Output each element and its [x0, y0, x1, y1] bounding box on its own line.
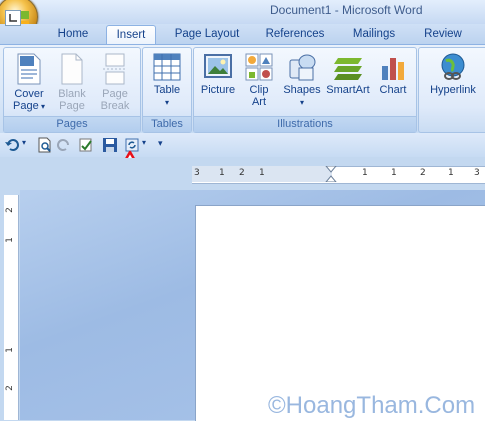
dropdown-arrow-icon: ▾ — [164, 98, 169, 107]
tab-references[interactable]: References — [262, 25, 328, 44]
ruler-number: 2 — [239, 168, 245, 178]
tab-home[interactable]: Home — [50, 25, 96, 44]
quick-access-toolbar: ▾ ▾ ▾ — [0, 133, 485, 157]
chart-label: Chart — [379, 84, 407, 96]
ruler-number: 3 — [194, 168, 200, 178]
ruler-number: 1 — [259, 168, 265, 178]
dropdown-arrow-icon: ▾ — [38, 102, 45, 111]
cover-page-label-2: Page — [13, 100, 39, 112]
page-break-button[interactable]: Page Break — [94, 52, 136, 112]
page-break-label-1: Page — [102, 88, 128, 100]
clip-art-button[interactable]: Clip Art — [242, 52, 276, 108]
undo-icon[interactable] — [4, 137, 20, 153]
tab-review[interactable]: Review — [420, 25, 466, 44]
ruler-number: 2 — [4, 385, 15, 391]
redo-icon[interactable] — [56, 137, 72, 153]
ruler-number: 2 — [4, 207, 15, 213]
picture-button[interactable]: Picture — [198, 52, 238, 96]
cover-page-icon — [17, 53, 41, 85]
ribbon-tabs: Home Insert Page Layout References Maili… — [0, 24, 485, 45]
ruler-number: 1 — [448, 168, 454, 178]
tables-group-label: Tables — [143, 116, 191, 132]
ruler-number: 2 — [420, 168, 426, 178]
blank-page-icon — [61, 53, 83, 85]
print-preview-icon[interactable] — [36, 137, 52, 153]
ribbon: Cover Page ▾ Blank Page Page Break Pages — [0, 44, 485, 134]
ruler-number: 1 — [391, 168, 397, 178]
left-tab-icon — [9, 14, 17, 22]
ruler-number: 1 — [4, 237, 15, 243]
blank-page-button[interactable]: Blank Page — [52, 52, 92, 112]
shapes-button[interactable]: Shapes ▾ — [280, 52, 324, 109]
cover-page-button[interactable]: Cover Page ▾ — [8, 52, 50, 113]
blank-page-label-2: Page — [59, 100, 85, 112]
tab-selector-button[interactable] — [5, 10, 21, 26]
shapes-label: Shapes — [283, 84, 321, 96]
clip-art-icon — [245, 53, 273, 81]
blank-page-label-1: Blank — [58, 88, 86, 100]
smartart-label: SmartArt — [326, 84, 370, 96]
illustrations-group: Picture Clip Art Shapes ▾ SmartArt Chart… — [193, 47, 417, 133]
title-bar: Document1 - Microsoft Word — [0, 0, 485, 24]
globe-link-icon — [441, 53, 465, 80]
window-title: Document1 - Microsoft Word — [270, 3, 423, 17]
dropdown-arrow-icon: ▾ — [299, 98, 304, 107]
tab-page-layout[interactable]: Page Layout — [168, 25, 246, 44]
smartart-button[interactable]: SmartArt — [324, 52, 372, 96]
shapes-icon — [289, 54, 316, 81]
ruler-number: 3 — [474, 168, 480, 178]
chart-icon — [382, 58, 404, 80]
picture-icon — [204, 54, 232, 78]
clip-art-label-1: Clip — [249, 84, 269, 96]
watermark: ©HoangTham.Com — [268, 392, 476, 419]
tables-group: Table ▾ Tables — [142, 47, 192, 133]
save-icon[interactable] — [102, 137, 118, 153]
vertical-ruler[interactable]: 2 1 1 2 — [4, 195, 19, 420]
table-label: Table — [153, 84, 181, 96]
ruler-number: 1 — [362, 168, 368, 178]
table-icon — [153, 53, 181, 81]
page-break-icon — [103, 53, 127, 85]
ruler-number: 1 — [219, 168, 225, 178]
table-button[interactable]: Table ▾ — [146, 52, 188, 109]
clip-art-label-2: Art — [251, 96, 267, 108]
picture-label: Picture — [200, 84, 236, 96]
illustrations-group-label: Illustrations — [194, 116, 416, 132]
page-break-label-2: Break — [100, 100, 130, 112]
smartart-icon — [334, 58, 362, 80]
sync-dropdown-icon[interactable]: ▾ — [142, 138, 146, 147]
ruler-numbers: 3 1 2 1 1 1 2 1 3 — [192, 166, 485, 182]
hyperlink-button[interactable]: Hyperlink — [423, 52, 483, 96]
spelling-check-icon[interactable] — [78, 137, 94, 153]
tab-mailings[interactable]: Mailings — [346, 25, 402, 44]
pages-group-label: Pages — [4, 116, 140, 132]
undo-dropdown-icon[interactable]: ▾ — [22, 138, 26, 147]
hyperlink-label: Hyperlink — [430, 84, 476, 96]
document-page[interactable] — [195, 205, 485, 421]
ruler-number: 1 — [4, 347, 15, 353]
indent-marker-icon[interactable] — [325, 166, 337, 182]
links-group: Hyperlink — [418, 47, 485, 133]
chart-button[interactable]: Chart — [374, 52, 412, 96]
customize-toolbar-icon[interactable]: ▾ — [158, 138, 163, 149]
cover-page-label-1: Cover — [14, 88, 44, 100]
pages-group: Cover Page ▾ Blank Page Page Break Pages — [3, 47, 141, 133]
tab-insert[interactable]: Insert — [106, 25, 156, 45]
